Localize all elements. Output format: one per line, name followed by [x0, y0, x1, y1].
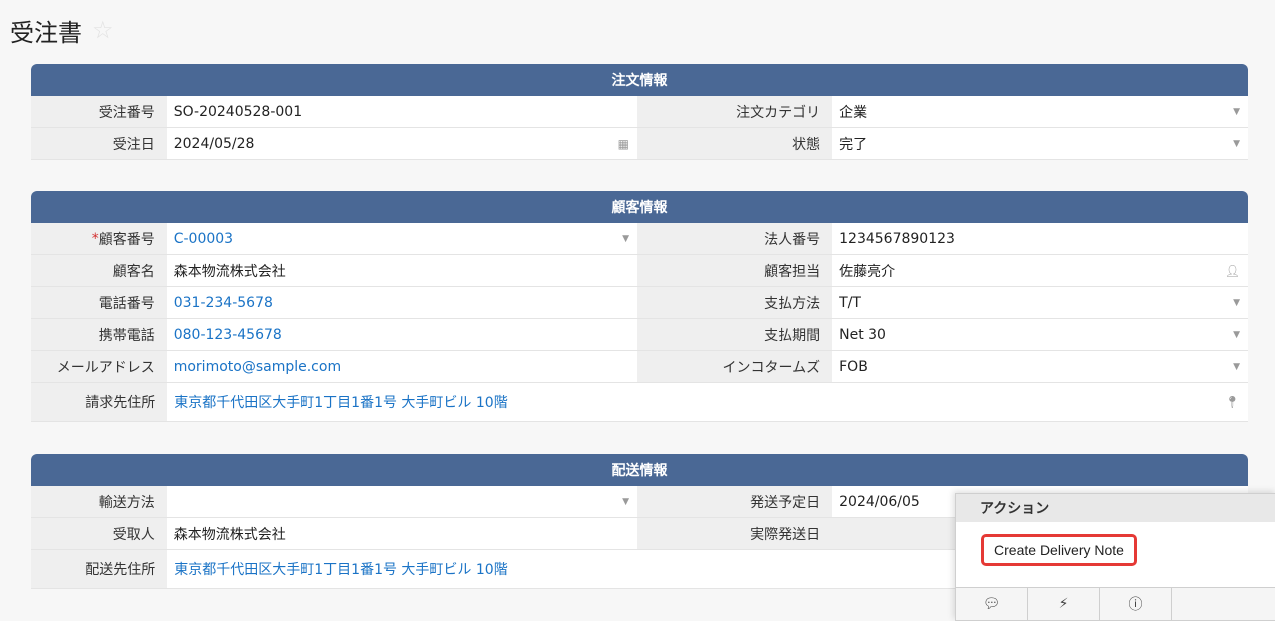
- delivery-address-label: 配送先住所: [31, 550, 168, 588]
- mobile-label: 携帯電話: [31, 319, 167, 350]
- chevron-down-icon: ▼: [1233, 138, 1240, 149]
- user-icon[interactable]: 👤︎: [1225, 264, 1240, 278]
- order-date-value: 2024/05/28: [173, 135, 255, 152]
- corp-no-field[interactable]: 1234567890123: [832, 223, 1248, 254]
- status-value: 完了: [839, 136, 868, 153]
- customer-info-section: 顧客情報 * 顧客番号 C-00003 ▼ 法人番号 1234567890123 …: [31, 191, 1248, 422]
- form-row: 受注番号 SO-20240528-001 注文カテゴリ 企業 ▼: [31, 96, 1248, 128]
- incoterms-select[interactable]: FOB ▼: [832, 351, 1248, 382]
- email-label: メールアドレス: [31, 351, 167, 382]
- status-label: 状態: [637, 128, 833, 159]
- form-row: 携帯電話 080-123-45678 支払期間 Net 30 ▼: [31, 319, 1248, 351]
- actions-panel-footer: 💬︎ ⚡︎ ⓘ: [956, 587, 1275, 620]
- customer-no-select[interactable]: C-00003 ▼: [166, 223, 638, 254]
- page-header: 受注書 ☆: [10, 12, 114, 48]
- actions-panel: アクション Create Delivery Note 💬︎ ⚡︎ ⓘ: [955, 493, 1275, 621]
- bolt-icon[interactable]: ⚡︎: [1028, 588, 1100, 620]
- billing-address-link[interactable]: 東京都千代田区大手町1丁目1番1号 大手町ビル 10階: [174, 392, 507, 412]
- form-row: 受注日 2024/05/28 ▦ 状態 完了 ▼: [31, 128, 1248, 160]
- delivery-address-link[interactable]: 東京都千代田区大手町1丁目1番1号 大手町ビル 10階: [174, 559, 507, 579]
- form-row: 電話番号 031-234-5678 支払方法 T/T ▼: [31, 287, 1248, 319]
- email-link[interactable]: morimoto@sample.com: [174, 359, 341, 375]
- customer-name-value: 森本物流株式会社: [173, 263, 286, 280]
- category-select[interactable]: 企業 ▼: [832, 96, 1248, 127]
- payment-term-label: 支払期間: [637, 319, 833, 350]
- form-row: メールアドレス morimoto@sample.com インコタームズ FOB …: [31, 351, 1248, 383]
- mobile-field[interactable]: 080-123-45678: [166, 319, 638, 350]
- phone-link[interactable]: 031-234-5678: [174, 295, 273, 311]
- comment-icon[interactable]: 💬︎: [956, 588, 1028, 620]
- transport-select[interactable]: ▼: [166, 486, 638, 517]
- payment-method-select[interactable]: T/T ▼: [832, 287, 1248, 318]
- contact-field[interactable]: 佐藤亮介 👤︎: [832, 255, 1248, 286]
- status-select[interactable]: 完了 ▼: [832, 128, 1248, 159]
- incoterms-label: インコタームズ: [637, 351, 833, 382]
- mobile-link[interactable]: 080-123-45678: [174, 327, 282, 343]
- contact-value: 佐藤亮介: [839, 263, 896, 280]
- ship-plan-label: 発送予定日: [637, 486, 833, 517]
- customer-name-label: 顧客名: [31, 255, 167, 286]
- actual-ship-label: 実際発送日: [637, 518, 833, 549]
- order-date-label: 受注日: [31, 128, 167, 159]
- order-no-label: 受注番号: [31, 96, 167, 127]
- transport-label: 輸送方法: [31, 486, 167, 517]
- recipient-field[interactable]: 森本物流株式会社: [166, 518, 638, 549]
- corp-no-label: 法人番号: [637, 223, 833, 254]
- recipient-value: 森本物流株式会社: [173, 526, 286, 543]
- order-date-field[interactable]: 2024/05/28 ▦: [166, 128, 638, 159]
- chevron-down-icon: ▼: [1233, 297, 1240, 308]
- payment-term-value: Net 30: [839, 326, 886, 343]
- chevron-down-icon: ▼: [1233, 106, 1240, 117]
- order-no-field[interactable]: SO-20240528-001: [166, 96, 638, 127]
- customer-no-label-text: 顧客番号: [98, 231, 155, 248]
- chevron-down-icon: ▼: [1233, 361, 1240, 372]
- order-info-section: 注文情報 受注番号 SO-20240528-001 注文カテゴリ 企業 ▼ 受注…: [31, 64, 1248, 160]
- corp-no-value: 1234567890123: [839, 230, 955, 247]
- category-value: 企業: [839, 104, 868, 121]
- calendar-icon[interactable]: ▦: [618, 137, 629, 151]
- form-row: 顧客名 森本物流株式会社 顧客担当 佐藤亮介 👤︎: [31, 255, 1248, 287]
- billing-address-label: 請求先住所: [31, 383, 168, 421]
- order-no-value: SO-20240528-001: [173, 103, 303, 120]
- form-row: 請求先住所 東京都千代田区大手町1丁目1番1号 大手町ビル 10階 📍︎: [31, 383, 1248, 422]
- chevron-down-icon: ▼: [622, 233, 630, 244]
- category-label: 注文カテゴリ: [637, 96, 833, 127]
- customer-name-field[interactable]: 森本物流株式会社: [166, 255, 638, 286]
- page-title: 受注書: [10, 18, 82, 47]
- customer-no-label: * 顧客番号: [31, 223, 167, 254]
- payment-term-select[interactable]: Net 30 ▼: [832, 319, 1248, 350]
- recipient-label: 受取人: [31, 518, 167, 549]
- phone-label: 電話番号: [31, 287, 167, 318]
- actions-panel-header: アクション: [956, 494, 1275, 522]
- chevron-down-icon: ▼: [1233, 329, 1240, 340]
- info-icon[interactable]: ⓘ: [1100, 588, 1172, 620]
- customer-info-header: 顧客情報: [31, 191, 1248, 223]
- customer-no-link[interactable]: C-00003: [174, 231, 233, 247]
- order-info-header: 注文情報: [31, 64, 1248, 96]
- required-mark: *: [91, 230, 99, 247]
- favorite-star-icon[interactable]: ☆: [92, 18, 114, 42]
- phone-field[interactable]: 031-234-5678: [166, 287, 638, 318]
- map-pin-icon[interactable]: 📍︎: [1225, 395, 1240, 409]
- shipping-info-header: 配送情報: [31, 454, 1248, 486]
- email-field[interactable]: morimoto@sample.com: [166, 351, 638, 382]
- billing-address-field[interactable]: 東京都千代田区大手町1丁目1番1号 大手町ビル 10階 📍︎: [167, 383, 1248, 421]
- ship-plan-value: 2024/06/05: [839, 493, 920, 510]
- incoterms-value: FOB: [839, 358, 868, 375]
- form-row: * 顧客番号 C-00003 ▼ 法人番号 1234567890123: [31, 223, 1248, 255]
- payment-method-label: 支払方法: [637, 287, 833, 318]
- chevron-down-icon: ▼: [622, 496, 630, 507]
- contact-label: 顧客担当: [637, 255, 833, 286]
- create-delivery-note-button[interactable]: Create Delivery Note: [981, 534, 1137, 566]
- payment-method-value: T/T: [839, 294, 861, 311]
